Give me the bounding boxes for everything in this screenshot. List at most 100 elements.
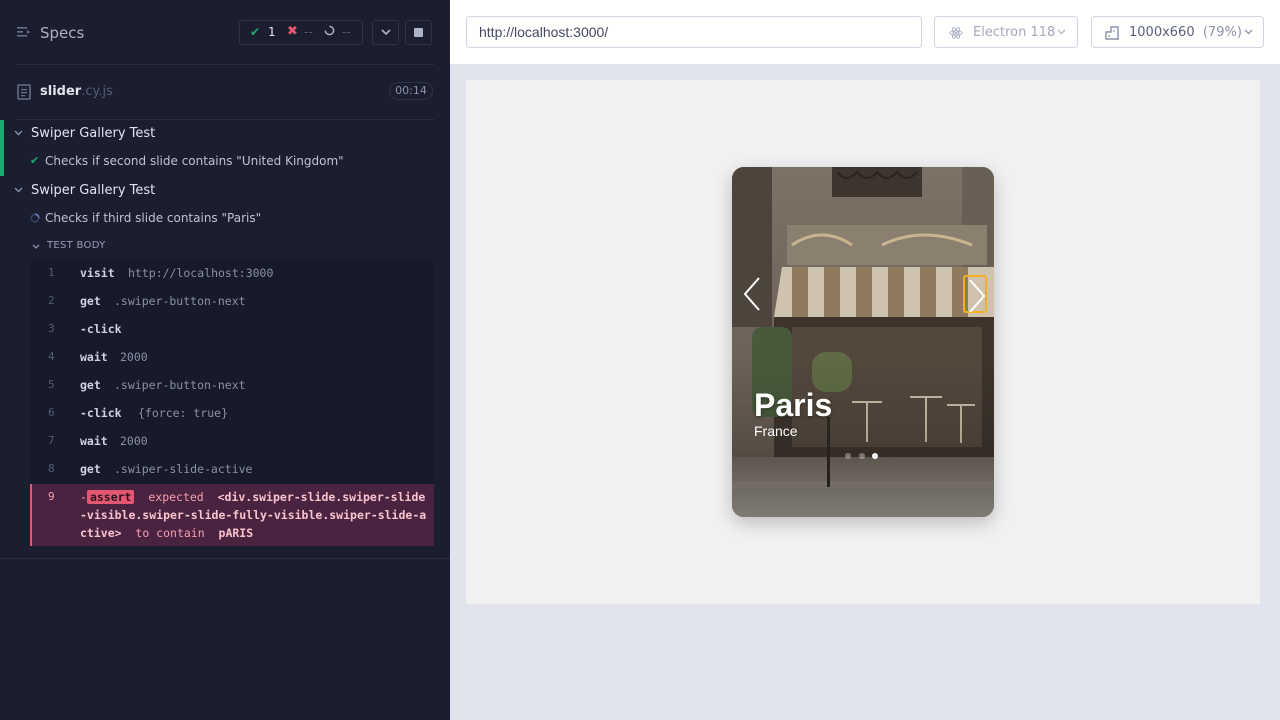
x-icon: ✖ [287,24,298,39]
chevron-down-icon [14,130,23,136]
command-number: 2 [48,294,55,307]
failed-assert-command[interactable]: 9 - assert expected <div.swiper-slide.swi… [30,484,434,546]
spec-name[interactable]: slider.cy.js [40,84,113,99]
command-number: 8 [48,462,55,475]
command-name: -click [80,406,122,420]
pagination-dot[interactable] [859,453,865,459]
viewport-label: 1000x660 (79%) [1129,25,1242,40]
command-number: 3 [48,322,55,335]
stop-button[interactable] [405,20,432,45]
spec-name-text: slider [40,84,82,99]
chevron-left-icon [743,277,760,311]
slide-title: Paris [754,387,833,423]
assert-badge: assert [86,490,135,504]
chevron-down-icon [14,187,23,193]
url-bar[interactable]: http://localhost:3000/ [466,16,922,48]
suite-row[interactable]: Swiper Gallery Test [0,120,450,148]
list-icon[interactable] [17,26,31,38]
suite-title: Swiper Gallery Test [31,183,156,198]
command-row[interactable]: 6 -click {force: true} [30,400,434,428]
command-arg: .swiper-button-next [114,378,246,392]
command-name: visit [80,266,115,280]
app-viewport: Paris France [466,80,1260,604]
suite-title: Swiper Gallery Test [31,126,156,141]
aut-panel: http://localhost:3000/ Electron 118 1000… [450,0,1280,720]
viewport-selector[interactable]: 1000x660 (79%) [1091,16,1264,48]
assert-to-contain: to contain [135,526,205,540]
spinner-icon [30,213,40,223]
spinner-icon [324,25,335,36]
swiper-slide-card: Paris France [732,167,994,517]
stop-icon [414,28,423,37]
spec-duration: 00:14 [389,82,433,100]
browser-selector[interactable]: Electron 118 [934,16,1078,48]
aut-toolbar: http://localhost:3000/ Electron 118 1000… [450,0,1280,64]
chevron-down-icon [1057,29,1066,35]
ruler-icon [1105,26,1119,40]
viewport-size: 1000x660 [1129,25,1195,40]
slide-subtitle: France [754,423,798,439]
command-row[interactable]: 2 get .swiper-button-next [30,288,434,316]
chevron-down-icon [1244,29,1253,35]
command-row[interactable]: 1 visit http://localhost:3000 [30,260,434,288]
command-name: get [80,294,101,308]
electron-icon [949,27,963,39]
pagination-dot[interactable] [845,453,851,459]
file-icon [17,84,31,100]
specs-title[interactable]: Specs [40,24,84,42]
assert-value: pARIS [218,526,254,540]
command-arg: .swiper-slide-active [114,462,253,476]
test-title: Checks if second slide contains "United … [45,154,344,168]
reporter-panel: Specs ✔ 1 ✖ -- -- slider.cy.js 00:14 Swi… [0,0,450,720]
command-name: get [80,462,101,476]
command-number: 6 [48,406,55,419]
pagination-dot-active[interactable] [872,453,878,459]
command-name: -click [80,322,122,336]
swiper-next-button[interactable] [963,275,987,313]
stats-bar: ✔ 1 ✖ -- -- [239,20,363,45]
test-row-passed[interactable]: ✔ Checks if second slide contains "Unite… [0,150,450,174]
command-log: 1 visit http://localhost:3000 2 get .swi… [30,260,434,546]
collapse-button[interactable] [372,20,399,45]
header-divider [16,64,434,65]
command-row[interactable]: 5 get .swiper-button-next [30,372,434,400]
command-number: 7 [48,434,55,447]
command-arg: .swiper-button-next [114,294,246,308]
check-icon: ✔ [250,25,261,39]
command-row[interactable]: 4 wait 2000 [30,344,434,372]
command-number: 1 [48,266,55,279]
command-row[interactable]: 8 get .swiper-slide-active [30,456,434,484]
check-icon: ✔ [30,154,40,167]
command-number: 9 [48,490,55,503]
chevron-down-icon [381,29,391,36]
assert-expected: expected [148,490,204,504]
command-row[interactable]: 7 wait 2000 [30,428,434,456]
command-row[interactable]: 3 -click [30,316,434,344]
paris-cafe-image [732,167,994,517]
command-name: get [80,378,101,392]
passed-count: 1 [268,25,276,39]
swiper-pagination [845,453,885,461]
test-row-running[interactable]: Checks if third slide contains "Paris" [0,207,450,231]
command-name: wait [80,350,108,364]
viewport-scale: (79%) [1202,25,1242,40]
chevron-down-icon[interactable] [32,244,40,249]
test-title: Checks if third slide contains "Paris" [45,211,262,225]
command-number: 4 [48,350,55,363]
spec-ext: .cy.js [81,84,113,99]
failed-count: -- [304,25,313,39]
test-body-label[interactable]: TEST BODY [47,240,106,251]
command-arg: 2000 [120,350,148,364]
command-arg: 2000 [120,434,148,448]
chevron-right-icon [969,279,986,313]
command-arg: http://localhost:3000 [128,266,274,280]
reporter-header: Specs ✔ 1 ✖ -- -- [0,0,450,64]
swiper-prev-button[interactable] [740,275,764,313]
command-arg: {force: true} [138,406,229,420]
assert-message: - assert expected <div.swiper-slide.swipe… [80,488,430,542]
command-number: 5 [48,378,55,391]
command-name: wait [80,434,108,448]
suite-row[interactable]: Swiper Gallery Test [0,177,450,205]
command-log-divider [0,558,450,559]
assert-prefix: - [80,490,87,504]
